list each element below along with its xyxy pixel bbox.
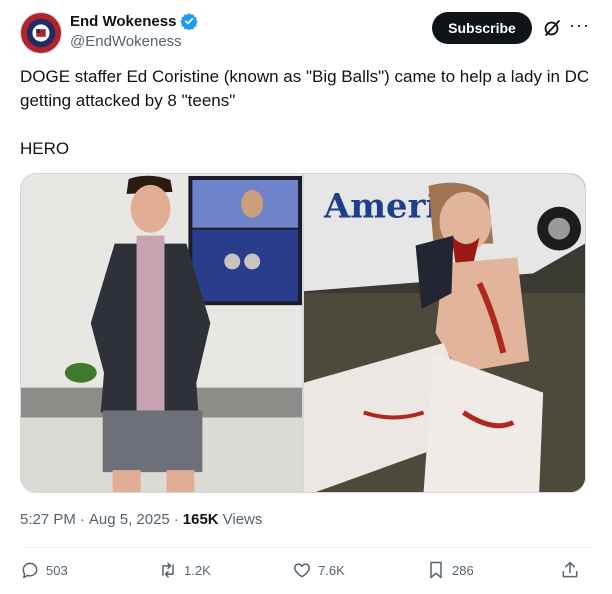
avatar-badge-icon: [21, 13, 61, 53]
divider: [20, 547, 592, 548]
reply-button[interactable]: 503: [20, 560, 68, 580]
grok-icon[interactable]: [542, 18, 562, 38]
tweet-text-line: HERO: [20, 139, 70, 158]
tweet-text: DOGE staffer Ed Coristine (known as "Big…: [20, 65, 590, 185]
author-name-row: End Wokeness: [70, 12, 199, 30]
meta-separator: ·: [79, 511, 85, 528]
tweet-meta: 5:27 PM · Aug 5, 2025 · 165K Views: [20, 511, 262, 528]
repost-button[interactable]: 1.2K: [158, 560, 211, 580]
subscribe-button[interactable]: Subscribe: [432, 12, 532, 44]
views-label: Views: [222, 511, 263, 528]
repost-icon: [162, 562, 174, 578]
tweet-time[interactable]: 5:27 PM: [20, 511, 76, 528]
repost-count: 1.2K: [184, 562, 211, 578]
tweet-media: America: [20, 173, 586, 493]
verified-badge-icon: [180, 13, 199, 30]
more-icon[interactable]: ···: [569, 16, 589, 38]
tweet-photo-right[interactable]: America: [304, 174, 585, 492]
views-count: 165K: [182, 511, 219, 528]
heart-icon: [294, 563, 310, 578]
share-icon: [562, 561, 578, 578]
tweet-date[interactable]: Aug 5, 2025: [89, 511, 170, 528]
like-count: 7.6K: [318, 562, 345, 578]
like-button[interactable]: 7.6K: [292, 560, 345, 580]
author-display-name[interactable]: End Wokeness: [70, 13, 176, 30]
tweet-photo-left[interactable]: [21, 174, 302, 492]
reply-count: 503: [46, 562, 68, 578]
reply-icon: [22, 562, 38, 579]
tweet-text-line: DOGE staffer Ed Coristine (known as "Big…: [20, 67, 590, 110]
author-avatar[interactable]: [20, 12, 62, 54]
share-button[interactable]: [560, 560, 580, 580]
bookmark-icon: [430, 561, 442, 579]
meta-separator: ·: [173, 511, 179, 528]
author-handle[interactable]: @EndWokeness: [70, 33, 182, 50]
tweet-actions: 503 1.2K 7.6K 286: [20, 560, 592, 584]
bookmark-button[interactable]: 286: [426, 560, 474, 580]
bookmark-count: 286: [452, 562, 474, 578]
